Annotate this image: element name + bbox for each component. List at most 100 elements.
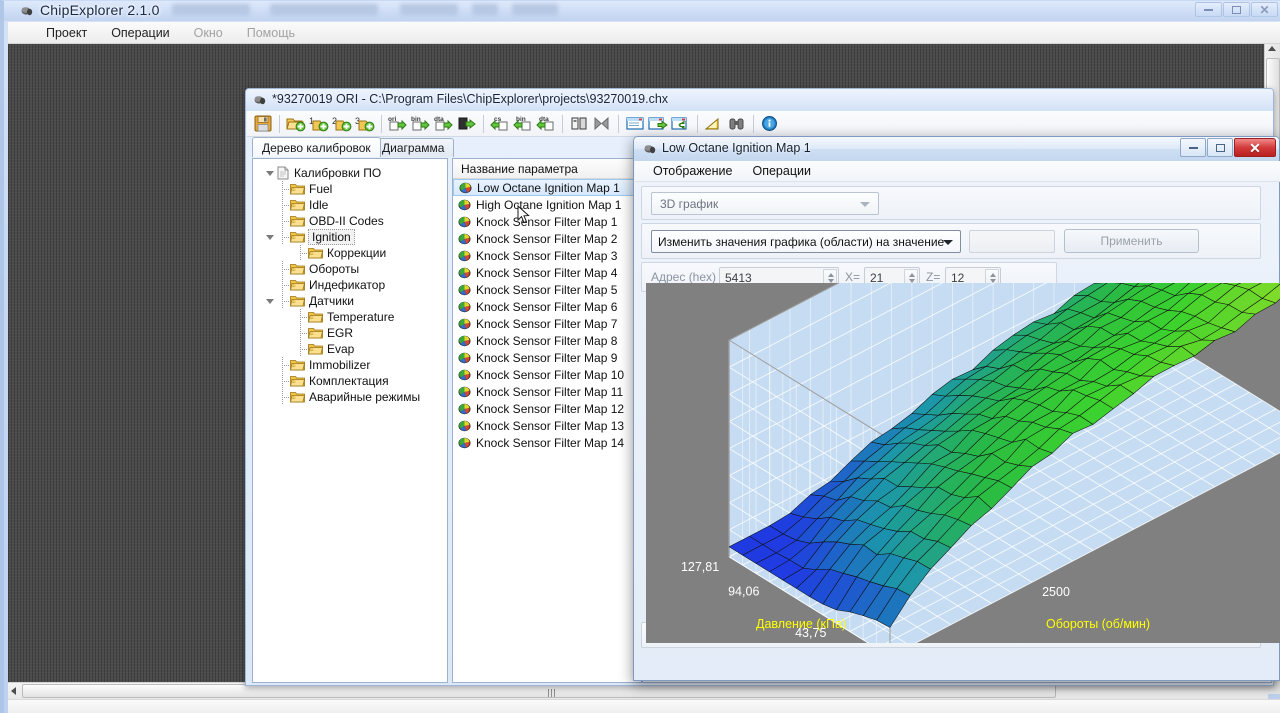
dialog-close-button[interactable]: ✕ — [1234, 138, 1276, 157]
parameter-row[interactable]: Knock Sensor Filter Map 10 — [453, 366, 641, 383]
parameter-row[interactable]: Knock Sensor Filter Map 13 — [453, 417, 641, 434]
tab-diagram[interactable]: Диаграмма — [372, 138, 454, 157]
folder-icon — [290, 375, 305, 387]
parameter-row[interactable]: Knock Sensor Filter Map 9 — [453, 349, 641, 366]
expander-open-icon[interactable] — [265, 232, 276, 243]
tree-item-temperature[interactable]: Temperature — [259, 309, 447, 325]
menu-item-operations[interactable]: Операции — [99, 24, 181, 42]
svg-text:94,06: 94,06 — [728, 585, 759, 599]
tree-item-аварийные-режимы[interactable]: Аварийные режимы — [259, 389, 447, 405]
tree-item-обороты[interactable]: Обороты — [259, 261, 447, 277]
save-icon[interactable] — [252, 113, 274, 135]
parameter-row[interactable]: Knock Sensor Filter Map 5 — [453, 281, 641, 298]
mouse-cursor-icon — [517, 205, 531, 225]
parameter-row[interactable]: Knock Sensor Filter Map 1 — [453, 213, 641, 230]
parameter-row[interactable]: Low Octane Ignition Map 1 — [453, 179, 641, 196]
tree-connector-line — [295, 341, 308, 357]
expander-open-icon[interactable] — [265, 168, 276, 179]
folder-icon — [290, 279, 305, 291]
dialog-menu-display[interactable]: Отображение — [645, 162, 740, 180]
add-calibration-3-icon[interactable]: 3 — [354, 113, 376, 135]
apply-button[interactable]: Применить — [1064, 229, 1199, 253]
export-dta-icon[interactable]: dta — [433, 113, 455, 135]
parameter-row[interactable]: Knock Sensor Filter Map 11 — [453, 383, 641, 400]
open-project-icon[interactable] — [285, 113, 307, 135]
parameter-label: Knock Sensor Filter Map 3 — [476, 249, 617, 263]
app-close-button[interactable]: ✕ — [1251, 2, 1278, 17]
menu-item-window[interactable]: Окно — [182, 24, 235, 42]
info-icon[interactable] — [759, 113, 781, 135]
menu-item-project[interactable]: Проект — [34, 24, 99, 42]
parameter-map-icon — [458, 267, 471, 279]
binocular-icon[interactable] — [726, 113, 748, 135]
app-maximize-button[interactable] — [1223, 2, 1250, 17]
surface-chart-area[interactable]: 60,0040,0020,000,00-20,00УОЗ (град. ПКВ)… — [646, 283, 1280, 643]
parameter-row[interactable]: Knock Sensor Filter Map 7 — [453, 315, 641, 332]
tree-item-evap[interactable]: Evap — [259, 341, 447, 357]
parameter-row[interactable]: Knock Sensor Filter Map 6 — [453, 298, 641, 315]
horizontal-scroll-thumb[interactable] — [22, 684, 1056, 698]
menu-item-help[interactable]: Помощь — [235, 24, 307, 42]
export-ori-icon[interactable]: ori — [387, 113, 409, 135]
parameter-row[interactable]: Knock Sensor Filter Map 14 — [453, 434, 641, 451]
tree-root-row[interactable]: Калибровки ПО — [259, 165, 447, 181]
window-list-icon[interactable] — [624, 113, 646, 135]
parameter-row[interactable]: Knock Sensor Filter Map 4 — [453, 264, 641, 281]
import-cs-icon[interactable]: cs — [489, 113, 511, 135]
compare-icon[interactable] — [568, 113, 590, 135]
dialog-gear-icon — [643, 142, 657, 156]
scroll-left-arrow-icon[interactable] — [11, 687, 16, 695]
tree-items: Fuel Idle OBD-II Codes Ignition Коррекци… — [259, 181, 447, 405]
parameter-row[interactable]: Knock Sensor Filter Map 8 — [453, 332, 641, 349]
add-calibration-2-icon[interactable]: 2 — [331, 113, 353, 135]
import-dta-icon[interactable]: dta — [535, 113, 557, 135]
import-bin-icon[interactable]: bin — [512, 113, 534, 135]
chevron-down-icon — [860, 202, 870, 207]
parameter-row[interactable]: High Octane Ignition Map 1 — [453, 196, 641, 213]
tree-item-датчики[interactable]: Датчики — [259, 293, 447, 309]
parameter-map-icon — [458, 403, 471, 415]
parameter-row[interactable]: Knock Sensor Filter Map 3 — [453, 247, 641, 264]
parameter-row[interactable]: Knock Sensor Filter Map 12 — [453, 400, 641, 417]
graph-tool-icon[interactable] — [703, 113, 725, 135]
add-calibration-1-icon[interactable]: 1 — [308, 113, 330, 135]
scroll-up-arrow-icon[interactable] — [1268, 46, 1276, 51]
operation-value-input[interactable] — [969, 230, 1055, 253]
tree-item-label: Коррекции — [327, 246, 386, 260]
toolbar-separator — [279, 115, 280, 133]
tree-item-egr[interactable]: EGR — [259, 325, 447, 341]
export-file-icon[interactable] — [456, 113, 478, 135]
tree-item-ignition[interactable]: Ignition — [259, 229, 447, 245]
dialog-menu-operations[interactable]: Операции — [744, 162, 818, 180]
tree-item-комплектация[interactable]: Комплектация — [259, 373, 447, 389]
tree-connector-line — [277, 293, 290, 309]
app-minimize-button[interactable] — [1195, 2, 1222, 17]
tree-item-label: Комплектация — [309, 374, 389, 388]
folder-icon — [308, 327, 323, 339]
title-ghost-text-1 — [172, 4, 250, 16]
tab-calibration-tree[interactable]: Дерево калибровок — [252, 137, 381, 157]
window-export-icon[interactable] — [647, 113, 669, 135]
parameter-list-header: Название параметра — [453, 159, 641, 179]
tree-item-коррекции[interactable]: Коррекции — [259, 245, 447, 261]
tree-item-индефикатор[interactable]: Индефикатор — [259, 277, 447, 293]
view-mode-select[interactable]: 3D график — [651, 192, 879, 215]
checksum-icon[interactable] — [591, 113, 613, 135]
window-import-icon[interactable] — [670, 113, 692, 135]
parameter-label: Knock Sensor Filter Map 1 — [476, 215, 617, 229]
tree-item-immobilizer[interactable]: Immobilizer — [259, 357, 447, 373]
operation-select[interactable]: Изменить значения графика (области) на з… — [651, 230, 961, 253]
dialog-minimize-button[interactable] — [1180, 138, 1206, 157]
parameter-list-panel: Название параметра Low Octane Ignition M… — [452, 158, 642, 683]
export-bin-icon[interactable]: bin — [410, 113, 432, 135]
tree-item-obd-ii-codes[interactable]: OBD-II Codes — [259, 213, 447, 229]
tree-item-idle[interactable]: Idle — [259, 197, 447, 213]
app-window-controls: ✕ — [1195, 2, 1278, 17]
expander-open-icon[interactable] — [265, 296, 276, 307]
tree-connector-line — [277, 373, 290, 389]
parameter-label: Knock Sensor Filter Map 4 — [476, 266, 617, 280]
tree-item-fuel[interactable]: Fuel — [259, 181, 447, 197]
dialog-maximize-button[interactable] — [1207, 138, 1233, 157]
app-menu-bar: Проект Операции Окно Помощь — [8, 22, 1280, 44]
parameter-row[interactable]: Knock Sensor Filter Map 2 — [453, 230, 641, 247]
